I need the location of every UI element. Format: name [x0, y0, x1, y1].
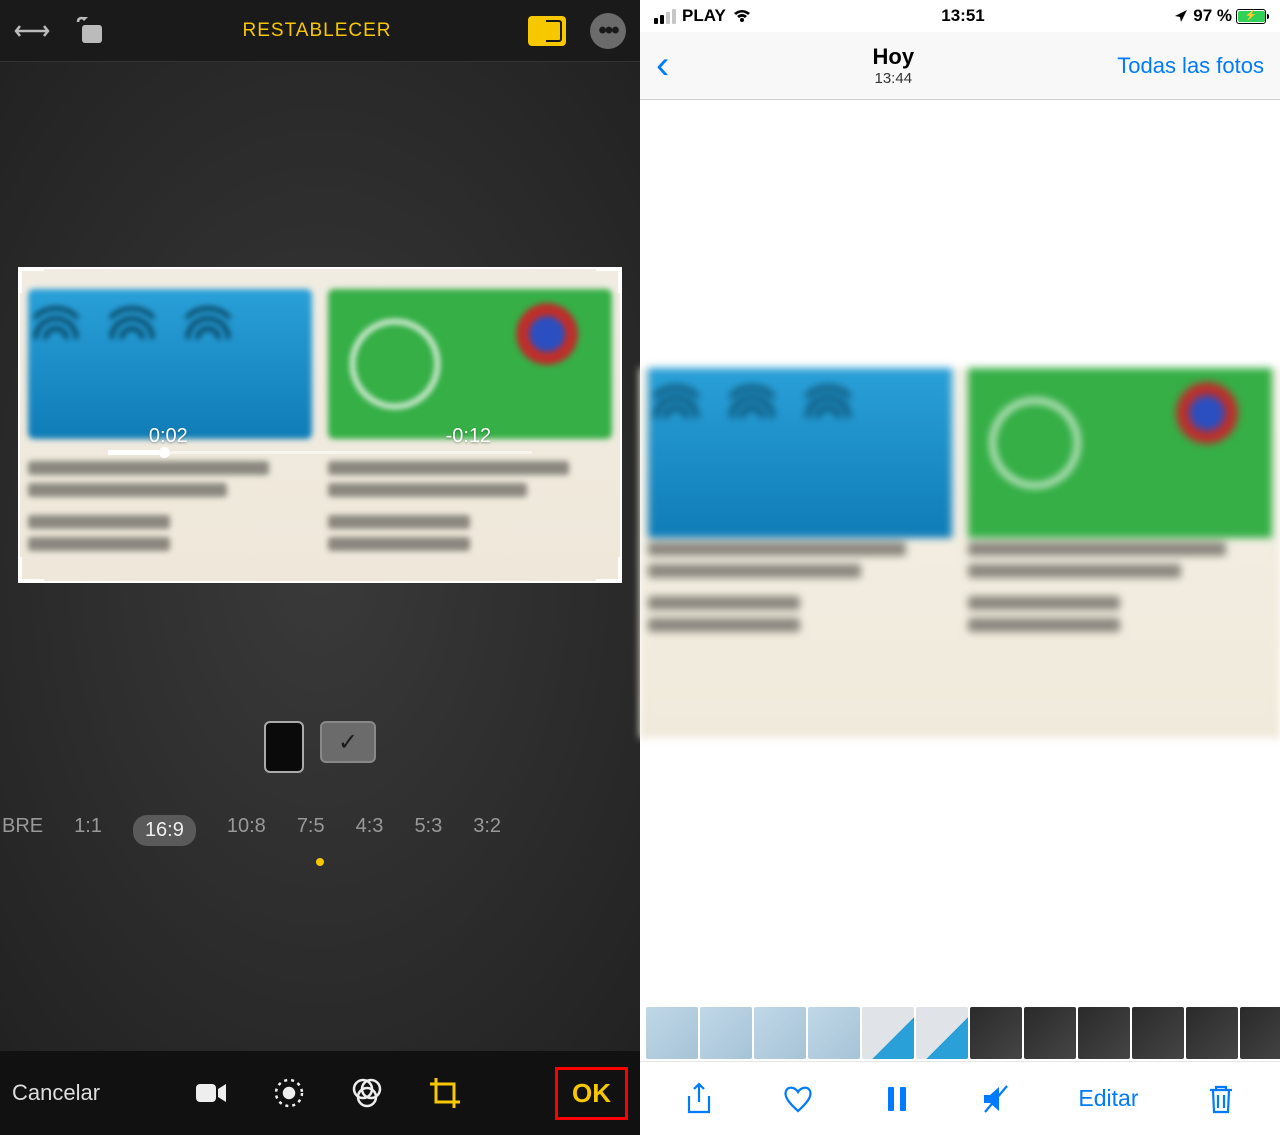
- flip-horizontal-icon[interactable]: [14, 17, 50, 45]
- reset-button[interactable]: RESTABLECER: [243, 20, 392, 42]
- ok-button[interactable]: OK: [560, 1074, 623, 1112]
- ratio-option[interactable]: 7:5: [297, 815, 325, 846]
- photos-panel: PLAY 13:51 97 % ⚡ ‹ Hoy 13:44 Todas las …: [640, 0, 1280, 1135]
- thumbnail-strip[interactable]: [640, 1005, 1280, 1061]
- status-time: 13:51: [941, 6, 984, 26]
- nav-title: Hoy 13:44: [873, 44, 915, 87]
- time-overlay: 0:02 -0:12: [20, 425, 620, 448]
- photos-nav-bar: ‹ Hoy 13:44 Todas las fotos: [640, 32, 1280, 100]
- trash-icon[interactable]: [1204, 1082, 1238, 1116]
- battery-indicator: 97 % ⚡: [1174, 6, 1266, 26]
- orientation-row: ✓: [0, 721, 640, 773]
- signal-icon: [654, 9, 676, 24]
- ratio-option[interactable]: 1:1: [74, 815, 102, 846]
- filters-icon[interactable]: [349, 1075, 385, 1111]
- editor-canvas: 0:02 -0:12 ✓ BRE 1:1 16:9 10:8 7:5 4:3 5…: [0, 62, 640, 1051]
- nav-date: Hoy: [873, 44, 915, 70]
- progress-bar[interactable]: [108, 451, 532, 454]
- crop-icon[interactable]: [427, 1075, 463, 1111]
- editor-panel: RESTABLECER ••• 0:02 -0:12: [0, 0, 640, 1135]
- carrier-label: PLAY: [682, 6, 726, 26]
- elapsed-time: 0:02: [149, 425, 188, 448]
- edit-button[interactable]: Editar: [1078, 1085, 1138, 1112]
- landscape-orientation-button[interactable]: ✓: [320, 721, 376, 763]
- mute-icon[interactable]: [979, 1082, 1013, 1116]
- cancel-button[interactable]: Cancelar: [12, 1080, 100, 1106]
- status-bar: PLAY 13:51 97 % ⚡: [640, 0, 1280, 32]
- location-icon: [1174, 9, 1189, 24]
- crop-tab-indicator: [316, 858, 324, 866]
- ratio-option[interactable]: 4:3: [356, 815, 384, 846]
- remaining-time: -0:12: [446, 425, 492, 448]
- ratio-option-selected[interactable]: 16:9: [133, 815, 196, 846]
- nav-time: 13:44: [873, 70, 915, 87]
- photo-viewer[interactable]: [640, 100, 1280, 1005]
- share-icon[interactable]: [682, 1082, 716, 1116]
- battery-pct: 97 %: [1193, 6, 1232, 26]
- ratio-option[interactable]: 5:3: [414, 815, 442, 846]
- wifi-icon: [732, 9, 752, 24]
- aspect-ratio-button[interactable]: [528, 16, 566, 46]
- ok-highlight: OK: [555, 1067, 628, 1120]
- all-photos-button[interactable]: Todas las fotos: [1117, 53, 1264, 79]
- editor-bottom-bar: Cancelar OK: [0, 1051, 640, 1135]
- photos-toolbar: Editar: [640, 1061, 1280, 1135]
- ratio-option[interactable]: 10:8: [227, 815, 266, 846]
- portrait-orientation-button[interactable]: [264, 721, 304, 773]
- ratio-option[interactable]: BRE: [2, 815, 43, 846]
- more-icon[interactable]: •••: [590, 13, 626, 49]
- adjust-icon[interactable]: [271, 1075, 307, 1111]
- back-button[interactable]: ‹: [656, 43, 669, 88]
- ratio-option[interactable]: 3:2: [473, 815, 501, 846]
- heart-icon[interactable]: [781, 1082, 815, 1116]
- pause-icon[interactable]: [880, 1082, 914, 1116]
- crop-frame[interactable]: 0:02 -0:12: [18, 267, 622, 583]
- video-icon[interactable]: [193, 1075, 229, 1111]
- editor-top-bar: RESTABLECER •••: [0, 0, 640, 62]
- rotate-icon[interactable]: [74, 15, 106, 47]
- aspect-ratio-row: BRE 1:1 16:9 10:8 7:5 4:3 5:3 3:2: [0, 801, 640, 860]
